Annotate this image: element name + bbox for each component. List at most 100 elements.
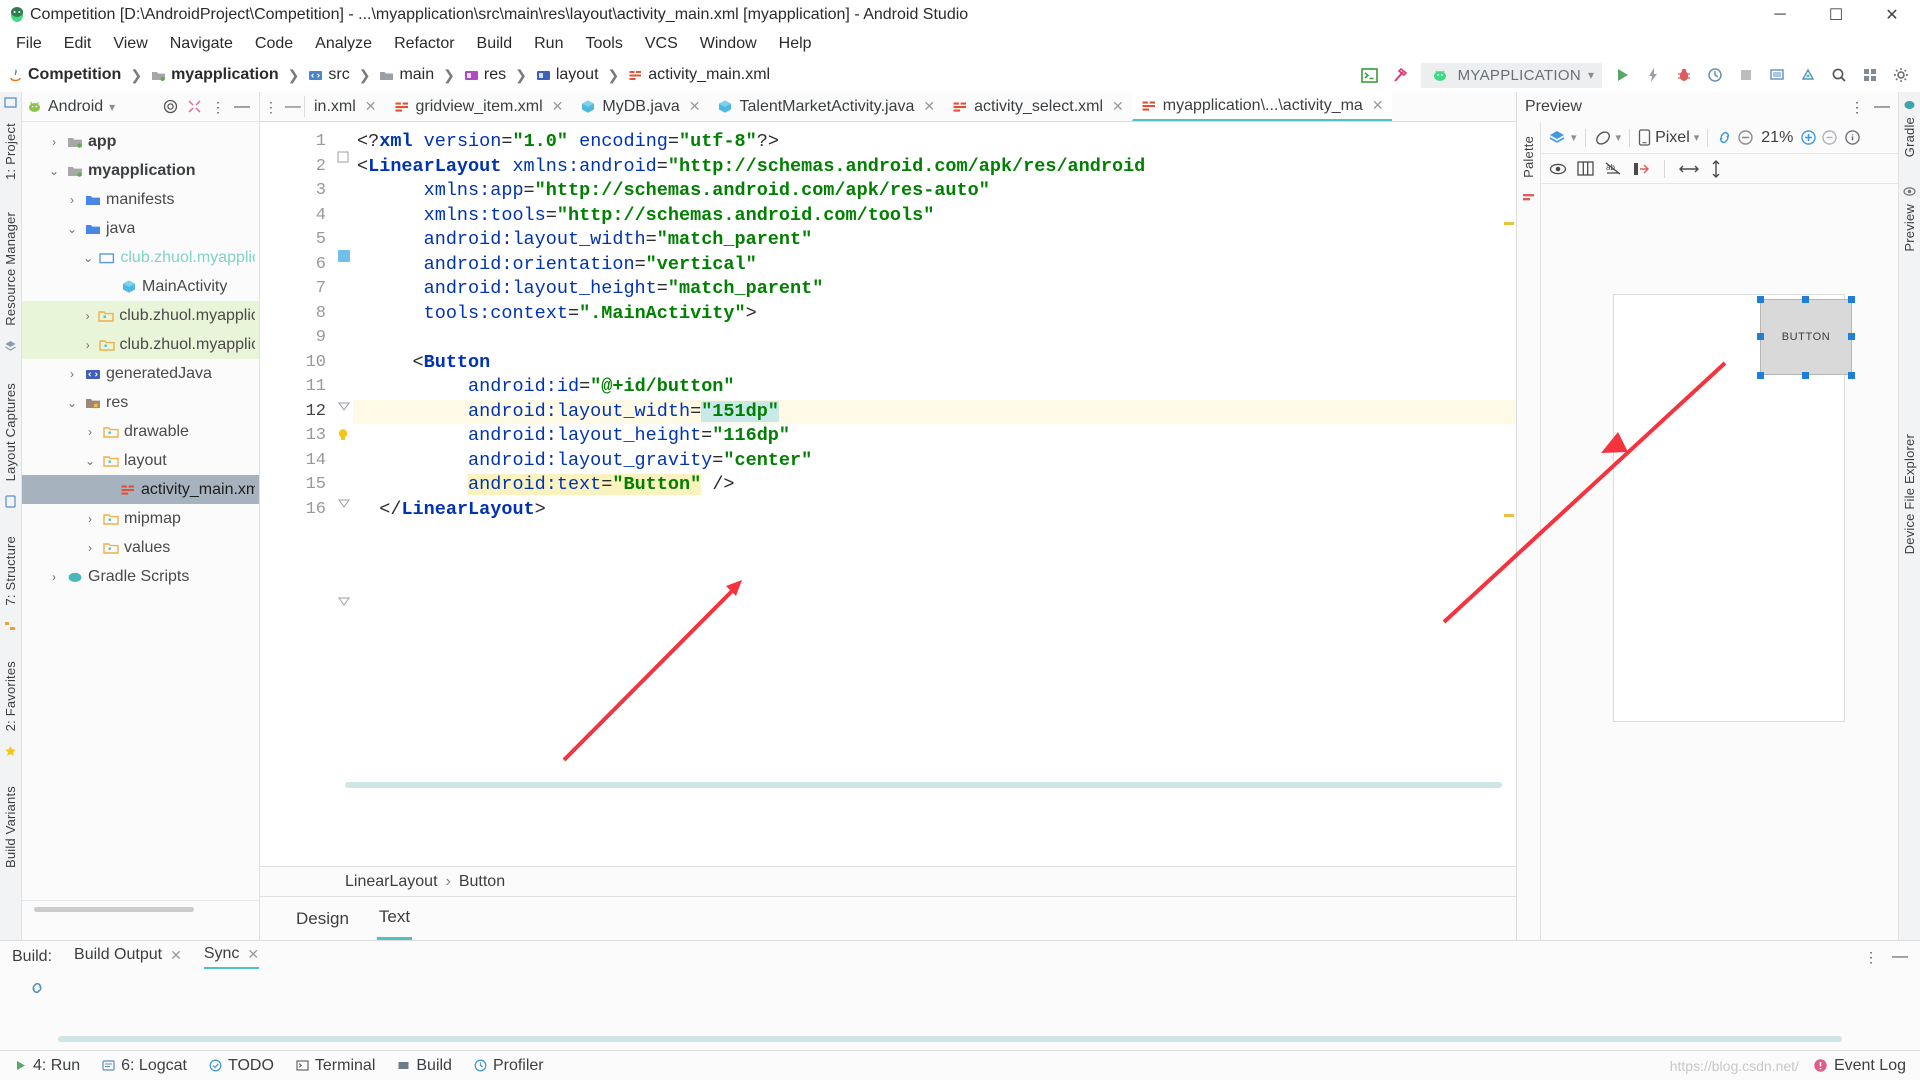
left-strip-resource-manager-label[interactable]: Resource Manager [3, 206, 18, 332]
run-play-icon[interactable] [1611, 64, 1633, 86]
sync-tab[interactable]: Sync ✕ [203, 945, 260, 969]
intention-bulb-icon[interactable] [334, 426, 352, 444]
chevron-right-icon[interactable]: › [82, 541, 98, 555]
left-strip-favorites-label[interactable]: 2: Favorites [3, 655, 18, 737]
hide-panel-icon[interactable]: — [1892, 948, 1908, 966]
project-tool-icon[interactable] [4, 96, 17, 109]
code-line[interactable]: xmlns:tools="http://schemas.android.com/… [353, 204, 1516, 229]
columns-icon[interactable] [1577, 161, 1594, 176]
eye-icon[interactable] [1549, 162, 1567, 176]
breadcrumb-item-src[interactable]: src [328, 66, 349, 84]
code-editor[interactable]: <?xml version="1.0" encoding="utf-8"?> <L… [353, 122, 1516, 866]
resize-handle-mid-right[interactable] [1848, 333, 1855, 340]
chevron-right-icon[interactable]: › [46, 135, 62, 149]
close-icon[interactable]: ✕ [1372, 97, 1384, 114]
chevron-down-icon[interactable]: ▾ [1616, 131, 1622, 144]
link-icon[interactable] [1716, 129, 1733, 146]
menu-item-run[interactable]: Run [524, 32, 573, 56]
chevron-down-icon[interactable]: ⌄ [64, 396, 80, 410]
horizontal-arrows-icon[interactable] [1679, 162, 1699, 176]
build-panel-scrollbar[interactable] [58, 1036, 1842, 1042]
menu-item-file[interactable]: File [6, 32, 52, 56]
code-line[interactable]: tools:context=".MainActivity"> [353, 302, 1516, 327]
hide-editor-tabs-icon[interactable]: — [282, 92, 304, 121]
editor-tab-gridview-item-xml[interactable]: gridview_item.xml ✕ [385, 92, 572, 121]
tree-item-values[interactable]: › values [22, 533, 259, 562]
tree-item-mipmap[interactable]: › mipmap [22, 504, 259, 533]
code-line[interactable]: android:layout_height="116dp" [353, 424, 1516, 449]
rotate-icon[interactable] [1594, 129, 1612, 147]
menu-item-code[interactable]: Code [245, 32, 303, 56]
left-strip-build-variants-label[interactable]: Build Variants [3, 780, 18, 874]
status-build[interactable]: Build [397, 1057, 452, 1075]
code-line[interactable]: android:layout_gravity="center" [353, 449, 1516, 474]
chevron-right-icon[interactable]: › [64, 367, 80, 381]
code-line[interactable]: android:id="@+id/button" [353, 375, 1516, 400]
info-icon[interactable] [1844, 129, 1861, 146]
vertical-arrows-icon[interactable] [1709, 159, 1723, 178]
device-selector[interactable]: MYAPPLICATION ▾ [1420, 62, 1602, 88]
menu-item-refactor[interactable]: Refactor [384, 32, 464, 56]
gradle-hammer-icon[interactable] [1390, 64, 1412, 86]
chevron-down-icon[interactable]: ▾ [1571, 131, 1577, 144]
tree-item-layout[interactable]: ⌄ layout [22, 446, 259, 475]
right-strip-device-file-explorer-label[interactable]: Device File Explorer [1902, 428, 1917, 560]
tab-design[interactable]: Design [294, 899, 351, 939]
menu-item-build[interactable]: Build [467, 32, 523, 56]
hide-panel-icon[interactable]: — [234, 98, 250, 116]
breadcrumb-item-layout[interactable]: layout [556, 66, 599, 84]
resize-handle-top-left[interactable] [1757, 296, 1764, 303]
layout-captures-icon[interactable] [4, 495, 17, 508]
right-strip-preview-label[interactable]: Preview [1902, 198, 1917, 258]
chevron-down-icon[interactable]: ⌄ [46, 164, 62, 178]
menu-item-tools[interactable]: Tools [575, 32, 632, 56]
palette-icon[interactable] [1522, 192, 1535, 205]
tree-item-drawable[interactable]: › drawable [22, 417, 259, 446]
preview-tool-icon[interactable] [1903, 185, 1916, 198]
resize-handle-bottom-center[interactable] [1802, 372, 1809, 379]
tree-item-myapplication[interactable]: ⌄ myapplication [22, 156, 259, 185]
editor-horizontal-scrollbar[interactable] [345, 782, 1502, 788]
tree-item-club-zhuol-myapplication--a[interactable]: › club.zhuol.myapplication (a [22, 301, 259, 330]
code-line[interactable]: <Button [353, 351, 1516, 376]
preview-device-name[interactable]: Pixel [1655, 129, 1690, 147]
profile-icon[interactable] [1704, 64, 1726, 86]
breadcrumb-item-main[interactable]: main [399, 66, 434, 84]
status-run[interactable]: 4: Run [14, 1057, 80, 1075]
close-icon[interactable]: ✕ [365, 98, 377, 115]
menu-item-help[interactable]: Help [769, 32, 822, 56]
editor-tab-in-xml[interactable]: in.xml ✕ [305, 92, 385, 121]
tab-text[interactable]: Text [376, 897, 413, 940]
tree-item-gradle-scripts[interactable]: › Gradle Scripts [22, 562, 259, 591]
debug-bug-icon[interactable] [1673, 64, 1695, 86]
menu-item-vcs[interactable]: VCS [635, 32, 688, 56]
editor-tab-myapplication-----activity-ma[interactable]: myapplication\...\activity_ma ✕ [1131, 92, 1392, 121]
sdk-manager-icon[interactable] [1797, 64, 1819, 86]
chevron-right-icon[interactable]: › [46, 570, 62, 584]
tree-item-club-zhuol-myapplication[interactable]: ⌄ club.zhuol.myapplication [22, 243, 259, 272]
more-vertical-icon[interactable]: ⋮ [1864, 950, 1878, 964]
close-icon[interactable]: ✕ [247, 946, 259, 963]
zoom-fit-icon[interactable] [1821, 129, 1838, 146]
search-icon[interactable] [1828, 64, 1850, 86]
lightning-icon[interactable] [1642, 64, 1664, 86]
minimize-button[interactable]: ─ [1752, 0, 1808, 30]
tree-item-generatedjava[interactable]: › generatedJava [22, 359, 259, 388]
tree-item-club-zhuol-myapplication--t[interactable]: › club.zhuol.myapplication (t [22, 330, 259, 359]
chevron-down-icon[interactable]: ⌄ [82, 251, 94, 265]
tree-item-java[interactable]: ⌄ java [22, 214, 259, 243]
menu-item-window[interactable]: Window [690, 32, 767, 56]
status-todo[interactable]: TODO [209, 1057, 274, 1075]
code-line[interactable]: android:text="Button" /> [353, 473, 1516, 498]
chevron-down-icon[interactable]: ▾ [109, 100, 115, 114]
chevron-right-icon[interactable]: › [64, 193, 80, 207]
breadcrumb-item-res[interactable]: res [484, 66, 506, 84]
code-line[interactable]: android:layout_height="match_parent" [353, 277, 1516, 302]
more-vertical-icon[interactable]: ⋮ [1850, 100, 1864, 114]
component-path-root[interactable]: LinearLayout [345, 873, 438, 891]
right-strip-gradle-label[interactable]: Gradle [1902, 111, 1917, 163]
menu-item-view[interactable]: View [103, 32, 157, 56]
left-strip-layout-captures-label[interactable]: Layout Captures [3, 377, 18, 487]
tree-item-manifests[interactable]: › manifests [22, 185, 259, 214]
error-stripe[interactable] [1502, 130, 1516, 770]
